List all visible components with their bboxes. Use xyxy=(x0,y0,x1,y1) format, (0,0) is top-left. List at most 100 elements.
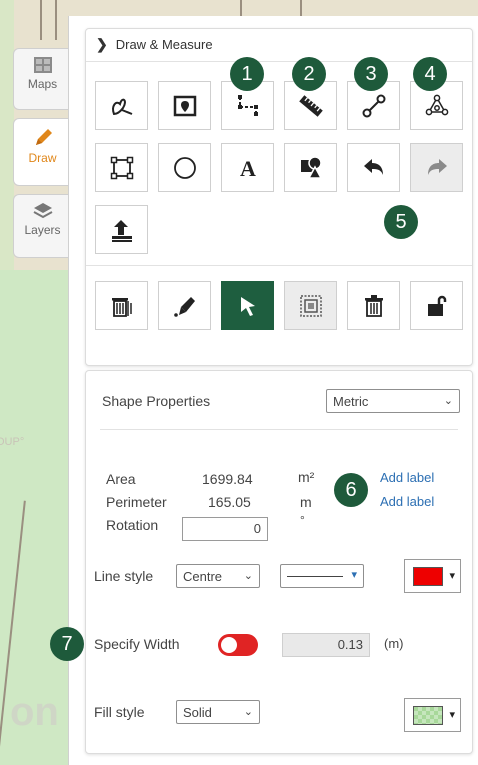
point-icon xyxy=(173,95,196,116)
toggle-knob xyxy=(221,637,237,653)
map-label: OUP° xyxy=(0,436,25,448)
freehand-tool-button[interactable] xyxy=(95,81,148,130)
redo-button[interactable] xyxy=(410,143,463,192)
specify-width-label: Specify Width xyxy=(94,636,180,652)
rectangle-tool-button[interactable] xyxy=(95,143,148,192)
annotation-badge-3: 3 xyxy=(354,57,388,91)
rotation-unit: ° xyxy=(300,513,305,527)
circle-icon xyxy=(173,156,196,179)
draw-tools-card: ❯ Draw & Measure A 1 2 3 4 5 xyxy=(85,28,473,366)
redo-icon xyxy=(427,158,447,175)
circle-tool-button[interactable] xyxy=(158,143,211,192)
add-label-perimeter-link[interactable]: Add label xyxy=(380,494,434,509)
line-icon xyxy=(362,94,385,117)
fill-style-label: Fill style xyxy=(94,704,145,720)
divider xyxy=(86,265,472,266)
fill-color-swatch xyxy=(413,706,443,725)
annotation-badge-7: 7 xyxy=(50,627,84,661)
width-input[interactable]: 0.13 xyxy=(282,633,370,657)
panel-header[interactable]: ❯ Draw & Measure xyxy=(86,29,472,59)
cursor-arrow-icon xyxy=(240,296,255,316)
map-road-line xyxy=(55,0,57,40)
point-tool-button[interactable] xyxy=(158,81,211,130)
unlock-button[interactable] xyxy=(410,281,463,330)
layers-icon xyxy=(33,203,52,219)
map-road-line xyxy=(40,0,42,40)
freehand-icon xyxy=(111,98,132,115)
solid-line-preview xyxy=(287,575,343,577)
annotation-badge-1: 1 xyxy=(230,57,264,91)
shape-properties-title: Shape Properties xyxy=(102,393,211,409)
undo-button[interactable] xyxy=(347,143,400,192)
area-unit: m² xyxy=(298,469,315,485)
divider xyxy=(100,429,458,430)
line-position-select[interactable]: Centre ⌄ xyxy=(176,564,260,588)
chevron-down-icon: ⌄ xyxy=(243,570,253,582)
shape-properties-card: Shape Properties Metric ⌄ Area 1699.84 m… xyxy=(50,370,473,754)
chevron-down-icon: ⌄ xyxy=(443,395,453,407)
fill-color-picker[interactable]: ▾ xyxy=(404,698,461,732)
chevron-down-icon: ⌄ xyxy=(243,706,253,718)
chevron-right-icon: ❯ xyxy=(96,35,108,52)
unlock-icon xyxy=(427,295,446,316)
caret-down-icon: ▾ xyxy=(449,709,455,721)
map-park-edge xyxy=(0,0,14,270)
area-value: 1699.84 xyxy=(202,471,253,487)
shapes-icon xyxy=(300,155,322,179)
polygon-icon xyxy=(425,94,448,115)
select-tool-button[interactable] xyxy=(221,281,274,330)
text-tool-button[interactable]: A xyxy=(221,143,274,192)
edit-vertices-button[interactable] xyxy=(158,281,211,330)
divider xyxy=(86,61,472,62)
delete-all-button[interactable] xyxy=(95,281,148,330)
upload-button[interactable] xyxy=(95,205,148,254)
line-position-value: Centre xyxy=(183,568,223,584)
caret-down-icon: ▾ xyxy=(449,570,455,582)
tab-layers[interactable]: Layers xyxy=(13,194,71,258)
rectangle-icon xyxy=(110,156,133,179)
add-label-area-link[interactable]: Add label xyxy=(380,470,434,485)
tab-draw[interactable]: Draw xyxy=(13,118,71,186)
draw-measure-panel: ❯ Draw & Measure A 1 2 3 4 5 Shape Prope… xyxy=(50,16,478,765)
line-pattern-select[interactable]: ▾ xyxy=(280,564,364,588)
panel-title: Draw & Measure xyxy=(115,36,213,52)
measure-line-icon xyxy=(237,94,258,116)
line-color-picker[interactable]: ▾ xyxy=(404,559,461,593)
line-style-label: Line style xyxy=(94,568,154,584)
width-unit: (m) xyxy=(384,636,404,651)
unit-system-value: Metric xyxy=(333,393,369,409)
shapes-tool-button[interactable] xyxy=(284,143,337,192)
area-label: Area xyxy=(106,471,136,487)
selection-box-icon xyxy=(299,294,322,317)
annotation-badge-2: 2 xyxy=(292,57,326,91)
svg-text:A: A xyxy=(240,156,256,181)
tab-maps-label: Maps xyxy=(27,77,58,91)
caret-down-icon: ▾ xyxy=(351,569,357,581)
ruler-icon xyxy=(298,94,323,117)
pen-nib-icon xyxy=(173,296,195,317)
text-icon: A xyxy=(240,156,256,181)
annotation-badge-5: 5 xyxy=(384,205,418,239)
maps-icon xyxy=(33,57,52,73)
line-color-swatch xyxy=(413,567,443,586)
specify-width-toggle[interactable] xyxy=(218,634,258,656)
trash-icon xyxy=(364,294,383,317)
trash-multiple-icon xyxy=(111,297,132,317)
rotation-input[interactable]: 0 xyxy=(182,517,268,541)
tab-draw-label: Draw xyxy=(28,151,57,165)
map-watermark-text: on xyxy=(10,690,59,734)
upload-icon xyxy=(111,219,132,242)
tab-layers-label: Layers xyxy=(24,223,61,237)
annotation-badge-4: 4 xyxy=(413,57,447,91)
select-box-button[interactable] xyxy=(284,281,337,330)
fill-style-select[interactable]: Solid ⌄ xyxy=(176,700,260,724)
pencil-icon xyxy=(35,129,52,145)
perimeter-label: Perimeter xyxy=(106,494,167,510)
fill-style-value: Solid xyxy=(183,704,212,720)
undo-icon xyxy=(363,158,383,175)
tab-maps[interactable]: Maps xyxy=(13,48,71,110)
unit-system-select[interactable]: Metric ⌄ xyxy=(326,389,460,413)
rotation-label: Rotation xyxy=(106,517,159,533)
perimeter-value: 165.05 xyxy=(208,494,251,510)
delete-button[interactable] xyxy=(347,281,400,330)
